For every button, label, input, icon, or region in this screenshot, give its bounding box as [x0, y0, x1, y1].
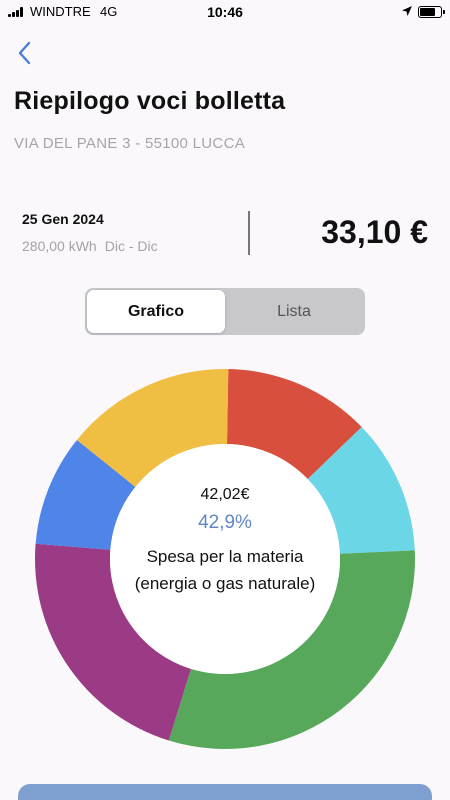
cost-breakdown-donut-chart [35, 369, 415, 749]
selected-item-amount: 42,02€ [200, 486, 250, 503]
selected-item-percent: 42,9% [198, 512, 252, 533]
continue-button[interactable] [18, 784, 432, 800]
selected-item-label: Spesa per la materia (energia o gas natu… [134, 547, 316, 593]
